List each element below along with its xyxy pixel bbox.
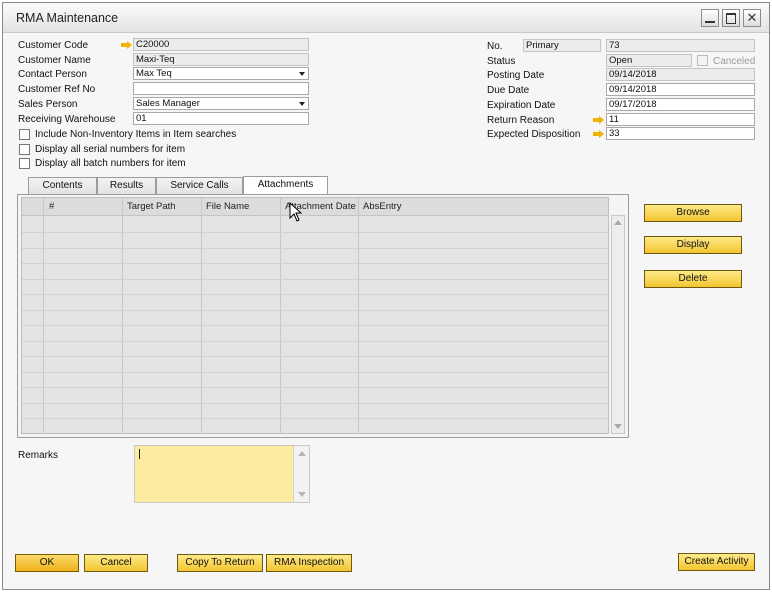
due-date-field[interactable]: 09/14/2018 xyxy=(606,83,755,96)
scroll-down-icon[interactable] xyxy=(614,424,622,429)
column-divider xyxy=(201,198,202,433)
text-caret xyxy=(139,449,140,459)
column-header-file-name[interactable]: File Name xyxy=(206,201,249,212)
receiving-warehouse-label: Receiving Warehouse xyxy=(18,114,116,125)
column-divider xyxy=(358,198,359,433)
table-row xyxy=(22,232,608,233)
window-title: RMA Maintenance xyxy=(16,11,119,25)
table-row xyxy=(22,387,608,388)
column-header-number[interactable]: # xyxy=(49,201,54,212)
maximize-button[interactable] xyxy=(722,9,740,27)
display-batch-label: Display all batch numbers for item xyxy=(35,158,186,169)
column-header-absentry[interactable]: AbsEntry xyxy=(363,201,402,212)
column-divider xyxy=(43,198,44,433)
column-divider xyxy=(280,198,281,433)
attachments-table[interactable]: # Target Path File Name Attachment Date … xyxy=(21,197,609,434)
title-bar: RMA Maintenance ✕ xyxy=(3,3,769,33)
cancel-button[interactable]: Cancel xyxy=(84,554,148,572)
table-row xyxy=(22,247,608,249)
mouse-cursor-icon xyxy=(289,202,303,222)
table-row xyxy=(22,356,608,357)
customer-ref-field[interactable] xyxy=(133,82,309,95)
table-row xyxy=(22,340,608,342)
create-activity-button[interactable]: Create Activity xyxy=(678,553,755,571)
series-field[interactable]: Primary xyxy=(523,39,601,52)
rma-inspection-button[interactable]: RMA Inspection xyxy=(266,554,352,572)
scroll-up-icon[interactable] xyxy=(614,220,622,225)
copy-to-return-button[interactable]: Copy To Return xyxy=(177,554,263,572)
delete-button[interactable]: Delete xyxy=(644,270,742,288)
contact-person-label: Contact Person xyxy=(18,69,87,80)
scroll-up-icon[interactable] xyxy=(298,451,306,456)
customer-ref-label: Customer Ref No xyxy=(18,84,96,95)
tab-attachments[interactable]: Attachments xyxy=(243,176,328,194)
scroll-down-icon[interactable] xyxy=(298,492,306,497)
return-reason-label: Return Reason xyxy=(487,115,555,126)
posting-date-label: Posting Date xyxy=(487,70,545,81)
sales-person-select[interactable]: Sales Manager xyxy=(133,97,309,110)
browse-button[interactable]: Browse xyxy=(644,204,742,222)
attachments-panel: # Target Path File Name Attachment Date … xyxy=(17,194,629,438)
ok-button[interactable]: OK xyxy=(15,554,79,572)
tab-service-calls[interactable]: Service Calls xyxy=(156,177,243,194)
return-reason-field[interactable]: 11 xyxy=(606,113,755,126)
close-icon: ✕ xyxy=(746,10,758,25)
status-field: Open xyxy=(606,54,692,67)
customer-name-label: Customer Name xyxy=(18,55,91,66)
posting-date-field[interactable]: 09/14/2018 xyxy=(606,68,755,81)
expected-disposition-label: Expected Disposition xyxy=(487,129,581,140)
link-arrow-icon[interactable] xyxy=(121,41,132,49)
canceled-checkbox xyxy=(697,55,708,66)
column-header-target-path[interactable]: Target Path xyxy=(127,201,176,212)
table-row xyxy=(22,402,608,404)
no-label: No. xyxy=(487,41,503,52)
expected-disposition-field[interactable]: 33 xyxy=(606,127,755,140)
table-row xyxy=(22,278,608,280)
link-arrow-icon[interactable] xyxy=(593,116,604,124)
table-row xyxy=(22,325,608,326)
customer-code-label: Customer Code xyxy=(18,40,89,51)
contact-person-select[interactable]: Max Teq xyxy=(133,67,309,80)
table-row xyxy=(22,371,608,373)
remarks-scrollbar[interactable] xyxy=(293,446,309,502)
display-button[interactable]: Display xyxy=(644,236,742,254)
remarks-textarea[interactable] xyxy=(134,445,310,503)
display-batch-checkbox[interactable] xyxy=(19,158,30,169)
table-row xyxy=(22,418,608,419)
display-serial-label: Display all serial numbers for item xyxy=(35,144,186,155)
column-divider xyxy=(122,198,123,433)
minimize-button[interactable] xyxy=(701,9,719,27)
customer-name-field[interactable]: Maxi-Teq xyxy=(133,53,309,66)
close-button[interactable]: ✕ xyxy=(743,9,761,27)
table-row xyxy=(22,309,608,311)
table-scrollbar[interactable] xyxy=(611,215,625,434)
receiving-warehouse-field[interactable]: 01 xyxy=(133,112,309,125)
table-row xyxy=(22,263,608,264)
expiration-date-field[interactable]: 09/17/2018 xyxy=(606,98,755,111)
status-label: Status xyxy=(487,56,516,67)
document-number-field[interactable]: 73 xyxy=(606,39,755,52)
expiration-date-label: Expiration Date xyxy=(487,100,556,111)
tab-results[interactable]: Results xyxy=(97,177,156,194)
due-date-label: Due Date xyxy=(487,85,530,96)
tab-contents[interactable]: Contents xyxy=(28,177,97,194)
include-non-inventory-label: Include Non-Inventory Items in Item sear… xyxy=(35,129,237,140)
include-non-inventory-checkbox[interactable] xyxy=(19,129,30,140)
canceled-label: Canceled xyxy=(713,56,756,67)
link-arrow-icon[interactable] xyxy=(593,130,604,138)
table-row xyxy=(22,434,609,435)
display-serial-checkbox[interactable] xyxy=(19,144,30,155)
customer-code-field[interactable]: C20000 xyxy=(133,38,309,51)
table-row xyxy=(22,294,608,295)
remarks-label: Remarks xyxy=(18,450,59,461)
sales-person-label: Sales Person xyxy=(18,99,78,110)
